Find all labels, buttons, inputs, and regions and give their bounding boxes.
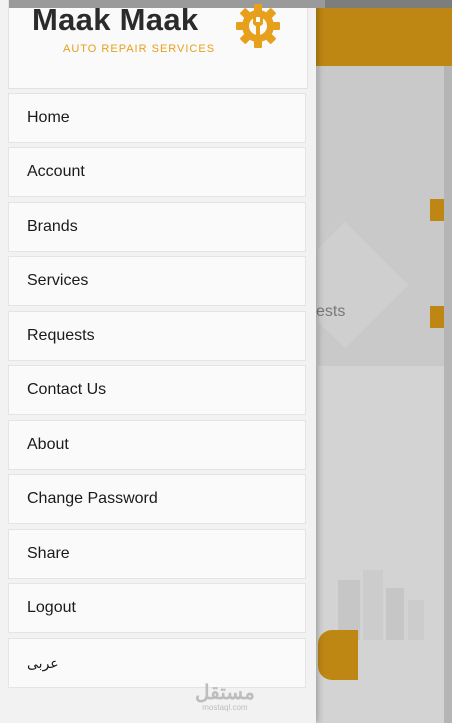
watermark: مستقل mostaql.com xyxy=(195,680,255,712)
watermark-url: mostaql.com xyxy=(202,703,248,712)
menu-item-label: Home xyxy=(27,109,70,126)
menu-item-services[interactable]: Services xyxy=(8,256,306,306)
logo-subtitle: AUTO REPAIR SERVICES xyxy=(63,43,216,55)
menu-item-label: Share xyxy=(27,545,70,562)
menu-item-label: Account xyxy=(27,163,85,180)
menu-item-label: Change Password xyxy=(27,490,158,507)
menu-item-about[interactable]: About xyxy=(8,420,306,470)
menu-item-label: Brands xyxy=(27,218,78,235)
watermark-logo-text: مستقل xyxy=(195,682,255,704)
menu-item-account[interactable]: Account xyxy=(8,147,306,197)
menu-item-contact-us[interactable]: Contact Us xyxy=(8,365,306,415)
menu-item-label: About xyxy=(27,436,69,453)
menu-item-requests[interactable]: Requests xyxy=(8,311,306,361)
logo-title: Maak Maak xyxy=(32,2,199,37)
menu-item-share[interactable]: Share xyxy=(8,529,306,579)
menu-item-label: Services xyxy=(27,272,89,289)
menu-item-label: عربى xyxy=(27,655,59,671)
menu-item-change-password[interactable]: Change Password xyxy=(8,474,306,524)
menu-item-label: Requests xyxy=(27,327,95,344)
navigation-drawer: Maak Maak AUTO REPAIR SERVICES Home Acco… xyxy=(0,0,325,723)
menu-item-label: Logout xyxy=(27,599,76,616)
menu-item-home[interactable]: Home xyxy=(8,93,306,143)
menu-item-language-arabic[interactable]: عربى xyxy=(8,638,306,688)
gear-wrench-logo-icon xyxy=(236,4,280,48)
menu-item-label: Contact Us xyxy=(27,381,107,398)
menu-item-logout[interactable]: Logout xyxy=(8,583,306,633)
menu-item-brands[interactable]: Brands xyxy=(8,202,306,252)
